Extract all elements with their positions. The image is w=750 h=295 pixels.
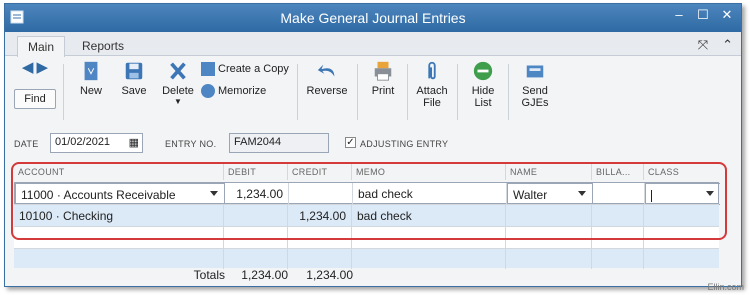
send-label-2: GJEs: [521, 97, 549, 109]
print-button[interactable]: Print: [367, 60, 399, 97]
expand-icon[interactable]: ⤧: [698, 37, 708, 53]
new-document-icon: [84, 61, 98, 81]
hide-list-button[interactable]: Hide List: [468, 60, 498, 109]
watermark: Ellin.com: [707, 282, 744, 292]
previous-arrow-icon[interactable]: ◀: [22, 59, 34, 76]
delete-x-icon: [170, 62, 186, 80]
title-bar: Make General Journal Entries – ☐ ✕: [5, 4, 741, 32]
toolbar: ◀ ▶ Find New Save Delete ▼ Create a Copy…: [5, 56, 741, 128]
tab-strip: Main Reports ⤧ ⌃: [5, 32, 741, 57]
memorize-label: Memorize: [218, 84, 267, 97]
reverse-button[interactable]: Reverse: [305, 60, 349, 97]
entry-no-field[interactable]: FAM2044: [229, 133, 329, 153]
date-field[interactable]: 01/02/2021 ▦: [50, 133, 143, 153]
hide-list-icon: [473, 61, 493, 81]
maximize-icon[interactable]: ☐: [695, 8, 711, 24]
close-icon[interactable]: ✕: [719, 8, 735, 24]
date-value: 01/02/2021: [55, 136, 111, 148]
collapse-chevron-icon[interactable]: ⌃: [722, 37, 733, 53]
new-label: New: [79, 85, 102, 97]
journal-entry-window: Make General Journal Entries – ☐ ✕ Main …: [4, 3, 742, 287]
printer-icon: [374, 61, 392, 81]
create-copy-label: Create a Copy: [218, 62, 289, 75]
total-credit: 1,234.00: [306, 268, 353, 282]
attach-file-button[interactable]: Attach File: [415, 60, 449, 109]
copy-document-icon: [201, 62, 215, 76]
reverse-arrow-icon: [317, 64, 335, 77]
totals-label: Totals: [193, 268, 225, 282]
memorize-icon: [201, 84, 215, 98]
memorize-button[interactable]: Memorize: [201, 84, 293, 98]
date-label: DATE: [14, 139, 39, 149]
minimize-icon[interactable]: –: [671, 8, 687, 24]
reverse-label: Reverse: [306, 85, 348, 97]
find-button[interactable]: Find: [14, 89, 56, 109]
total-debit: 1,234.00: [241, 268, 288, 282]
create-copy-button[interactable]: Create a Copy: [201, 62, 293, 76]
delete-label: Delete: [162, 85, 194, 97]
save-label: Save: [121, 85, 147, 97]
new-button[interactable]: New: [75, 60, 107, 97]
adjusting-entry-checkbox[interactable]: ✓: [345, 137, 356, 148]
hide-label: Hide: [471, 85, 495, 97]
save-button[interactable]: Save: [117, 60, 151, 97]
window-title: Make General Journal Entries: [280, 10, 466, 26]
delete-button[interactable]: Delete ▼: [158, 60, 198, 106]
attach-label-2: File: [423, 97, 441, 109]
table-row[interactable]: [14, 248, 719, 269]
tab-main[interactable]: Main: [17, 36, 66, 57]
adjusting-entry-label: ADJUSTING ENTRY: [360, 139, 449, 149]
totals-row: Totals 1,234.00 1,234.00: [5, 266, 741, 286]
next-arrow-icon[interactable]: ▶: [37, 59, 49, 76]
entry-no-label: ENTRY NO.: [165, 139, 217, 149]
delete-dropdown-icon[interactable]: ▼: [158, 97, 198, 106]
print-label: Print: [371, 85, 395, 97]
entry-header: DATE 01/02/2021 ▦ ENTRY NO. FAM2044 ✓ AD…: [5, 128, 741, 158]
attach-label: Attach: [416, 85, 448, 97]
send-icon: [526, 65, 544, 78]
paperclip-icon: [428, 61, 436, 80]
save-disk-icon: [125, 62, 143, 80]
send-label: Send: [522, 85, 548, 97]
highlight-outline: [11, 162, 727, 240]
send-gjes-button[interactable]: Send GJEs: [517, 60, 553, 109]
tab-reports[interactable]: Reports: [72, 36, 134, 57]
nav-arrows: ◀ ▶: [15, 58, 55, 76]
calendar-icon[interactable]: ▦: [129, 136, 139, 149]
hide-label-2: List: [474, 97, 492, 109]
